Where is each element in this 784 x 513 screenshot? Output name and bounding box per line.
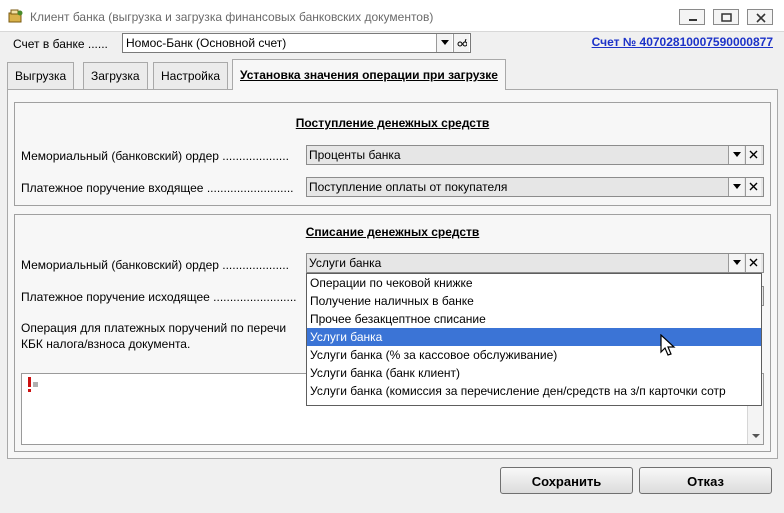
incoming-memorial-label: Мемориальный (банковский) ордер ........… bbox=[21, 149, 289, 163]
tab-export[interactable]: Выгрузка bbox=[7, 62, 75, 89]
outgoing-payment-label: Платежное поручение исходящее ..........… bbox=[21, 290, 297, 304]
outgoing-info-line-1: Операция для платежных поручений по пере… bbox=[21, 321, 287, 335]
close-icon bbox=[756, 13, 766, 23]
minimize-button[interactable] bbox=[679, 9, 705, 25]
outgoing-info-text: Операция для платежных поручений по пере… bbox=[21, 320, 286, 352]
account-dropdown-button[interactable] bbox=[436, 34, 452, 52]
dropdown-option[interactable]: Получение наличных в банке bbox=[307, 292, 761, 310]
dropdown-option[interactable]: Услуги банка (комиссия за перечисление д… bbox=[307, 382, 761, 400]
clear-icon bbox=[749, 150, 758, 159]
mouse-cursor-icon bbox=[660, 334, 676, 356]
incoming-memorial-clear[interactable] bbox=[745, 146, 761, 164]
chevron-down-icon bbox=[441, 40, 449, 45]
operation-dropdown-list[interactable]: Операции по чековой книжке Получение нал… bbox=[306, 273, 762, 406]
close-button[interactable] bbox=[747, 9, 773, 25]
window-title: Клиент банка (выгрузка и загрузка финанс… bbox=[30, 10, 434, 24]
chevron-down-icon bbox=[733, 260, 741, 265]
account-select[interactable]: Номос-Банк (Основной счет) bbox=[122, 33, 471, 53]
outgoing-memorial-field[interactable]: Услуги банка bbox=[306, 253, 764, 273]
account-open-button[interactable] bbox=[453, 34, 469, 52]
save-button[interactable]: Сохранить bbox=[500, 467, 633, 494]
account-label: Счет в банке ...... bbox=[13, 37, 108, 51]
tab-operation-mapping[interactable]: Установка значения операции при загрузке bbox=[232, 59, 506, 90]
incoming-memorial-value: Проценты банка bbox=[309, 148, 401, 162]
dropdown-option[interactable]: Услуги банка (% за кассовое обслуживание… bbox=[307, 346, 761, 364]
clear-icon bbox=[749, 182, 758, 191]
dropdown-option[interactable]: Операции по чековой книжке bbox=[307, 274, 761, 292]
cancel-button[interactable]: Отказ bbox=[639, 467, 772, 494]
outgoing-memorial-value: Услуги банка bbox=[309, 256, 382, 270]
tab-import[interactable]: Загрузка bbox=[83, 62, 148, 89]
incoming-memorial-dropdown[interactable] bbox=[728, 146, 744, 164]
title-bar: Клиент банка (выгрузка и загрузка финанс… bbox=[0, 0, 784, 32]
outgoing-info-line-2: КБК налога/взноса документа. bbox=[21, 337, 191, 351]
tab-settings[interactable]: Настройка bbox=[153, 62, 229, 89]
glasses-icon bbox=[457, 39, 467, 47]
incoming-payment-value: Поступление оплаты от покупателя bbox=[309, 180, 508, 194]
dropdown-option[interactable]: Услуги банка (банк клиент) bbox=[307, 364, 761, 382]
dropdown-option-selected[interactable]: Услуги банка bbox=[307, 328, 761, 346]
dropdown-option[interactable]: Прочее безакцептное списание bbox=[307, 310, 761, 328]
outgoing-memorial-dropdown[interactable] bbox=[728, 254, 744, 272]
account-select-value: Номос-Банк (Основной счет) bbox=[126, 36, 287, 50]
chevron-down-icon bbox=[733, 152, 741, 157]
maximize-icon bbox=[721, 13, 732, 22]
incoming-payment-label: Платежное поручение входящее ...........… bbox=[21, 181, 294, 195]
incoming-payment-dropdown[interactable] bbox=[728, 178, 744, 196]
account-number-link[interactable]: Счет № 40702810007590000877 bbox=[592, 35, 773, 49]
warning-icon bbox=[28, 377, 38, 392]
incoming-title: Поступление денежных средств bbox=[295, 116, 490, 130]
incoming-memorial-field[interactable]: Проценты банка bbox=[306, 145, 764, 165]
outgoing-memorial-clear[interactable] bbox=[745, 254, 761, 272]
chevron-down-icon bbox=[733, 184, 741, 189]
incoming-payment-field[interactable]: Поступление оплаты от покупателя bbox=[306, 177, 764, 197]
scroll-down-icon bbox=[752, 434, 760, 438]
maximize-button[interactable] bbox=[713, 9, 739, 25]
incoming-group: Поступление денежных средств Мемориальны… bbox=[14, 102, 771, 206]
app-icon bbox=[8, 9, 23, 23]
clear-icon bbox=[749, 258, 758, 267]
outgoing-title: Списание денежных средств bbox=[305, 225, 480, 239]
minimize-icon bbox=[689, 19, 697, 21]
outgoing-memorial-label: Мемориальный (банковский) ордер ........… bbox=[21, 258, 289, 272]
incoming-payment-clear[interactable] bbox=[745, 178, 761, 196]
